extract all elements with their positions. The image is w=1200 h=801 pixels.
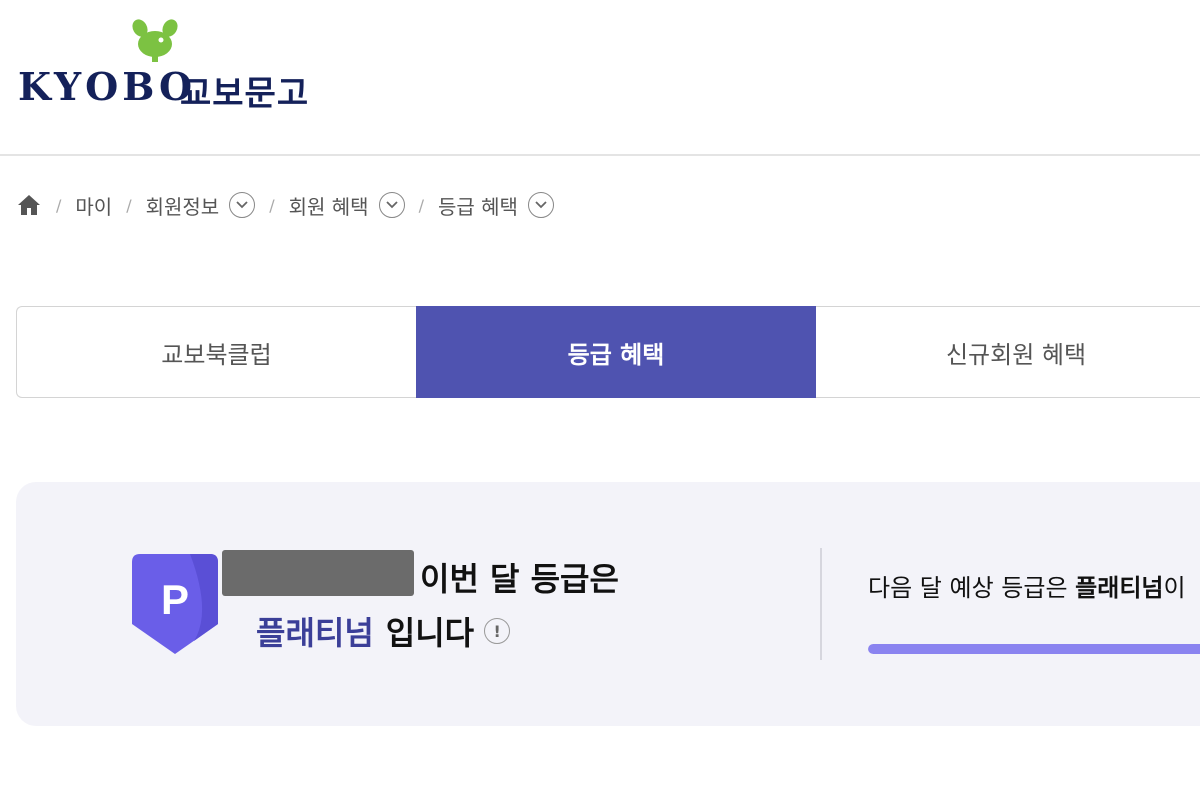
- breadcrumb-separator: /: [418, 195, 424, 215]
- next-grade-suffix: 이: [1163, 574, 1186, 602]
- grade-progress-bar: [868, 644, 1200, 654]
- breadcrumb-item-member-info[interactable]: 회원정보: [146, 191, 256, 220]
- home-icon[interactable]: [16, 192, 42, 218]
- breadcrumb-separator: /: [56, 195, 62, 215]
- grade-card: P 이번 달 등급은 플래티넘 입니다 ! 다음 달 예상 등급은 플래티넘이: [16, 482, 1200, 726]
- bird-logo-icon: [132, 19, 178, 62]
- benefit-tabs: 교보북클럽 등급 혜택 신규회원 혜택: [16, 306, 1200, 398]
- platinum-badge-icon: P: [132, 554, 218, 654]
- tab-new-member-benefits[interactable]: 신규회원 혜택: [816, 306, 1200, 398]
- logo-text-en: KYOBO: [18, 64, 197, 109]
- site-header: KYOBO 교보문고: [0, 0, 1200, 156]
- breadcrumb-label: 회원 혜택: [288, 194, 369, 219]
- breadcrumb-separator: /: [126, 195, 132, 215]
- breadcrumb-label: 등급 혜택: [437, 194, 518, 219]
- breadcrumb-item-grade-benefits[interactable]: 등급 혜택: [438, 191, 554, 220]
- breadcrumb-item-my[interactable]: 마이: [75, 191, 112, 220]
- grade-statement: 플래티넘 입니다 !: [256, 608, 511, 654]
- chevron-down-icon[interactable]: [378, 192, 405, 218]
- tab-grade-benefits[interactable]: 등급 혜택: [416, 306, 817, 398]
- next-grade-prefix: 다음 달 예상 등급은: [868, 574, 1076, 602]
- chevron-down-icon[interactable]: [527, 192, 554, 218]
- kyobo-logo[interactable]: KYOBO 교보문고: [18, 18, 318, 114]
- redacted-username: [222, 550, 414, 596]
- card-divider: [820, 548, 822, 660]
- breadcrumb-label: 마이: [75, 194, 113, 219]
- breadcrumb: / 마이 / 회원정보 / 회원 혜택 / 등급 혜택: [16, 188, 554, 222]
- grade-progress-fill: [868, 644, 1200, 654]
- current-grade-name: 플래티넘: [256, 614, 374, 652]
- grade-headline: 이번 달 등급은: [420, 560, 619, 598]
- header-divider: [0, 154, 1200, 156]
- grade-statement-suffix: 입니다: [385, 614, 475, 652]
- badge-letter: P: [161, 576, 189, 623]
- breadcrumb-separator: /: [269, 195, 275, 215]
- info-icon[interactable]: !: [484, 618, 511, 644]
- breadcrumb-label: 회원정보: [145, 194, 220, 219]
- next-grade-forecast: 다음 달 예상 등급은 플래티넘이: [868, 568, 1186, 603]
- breadcrumb-item-member-benefits[interactable]: 회원 혜택: [289, 191, 405, 220]
- logo-text-ko: 교보문고: [180, 74, 310, 114]
- chevron-down-icon[interactable]: [229, 192, 256, 218]
- next-grade-name: 플래티넘: [1075, 574, 1164, 602]
- tab-bookclub[interactable]: 교보북클럽: [16, 306, 417, 398]
